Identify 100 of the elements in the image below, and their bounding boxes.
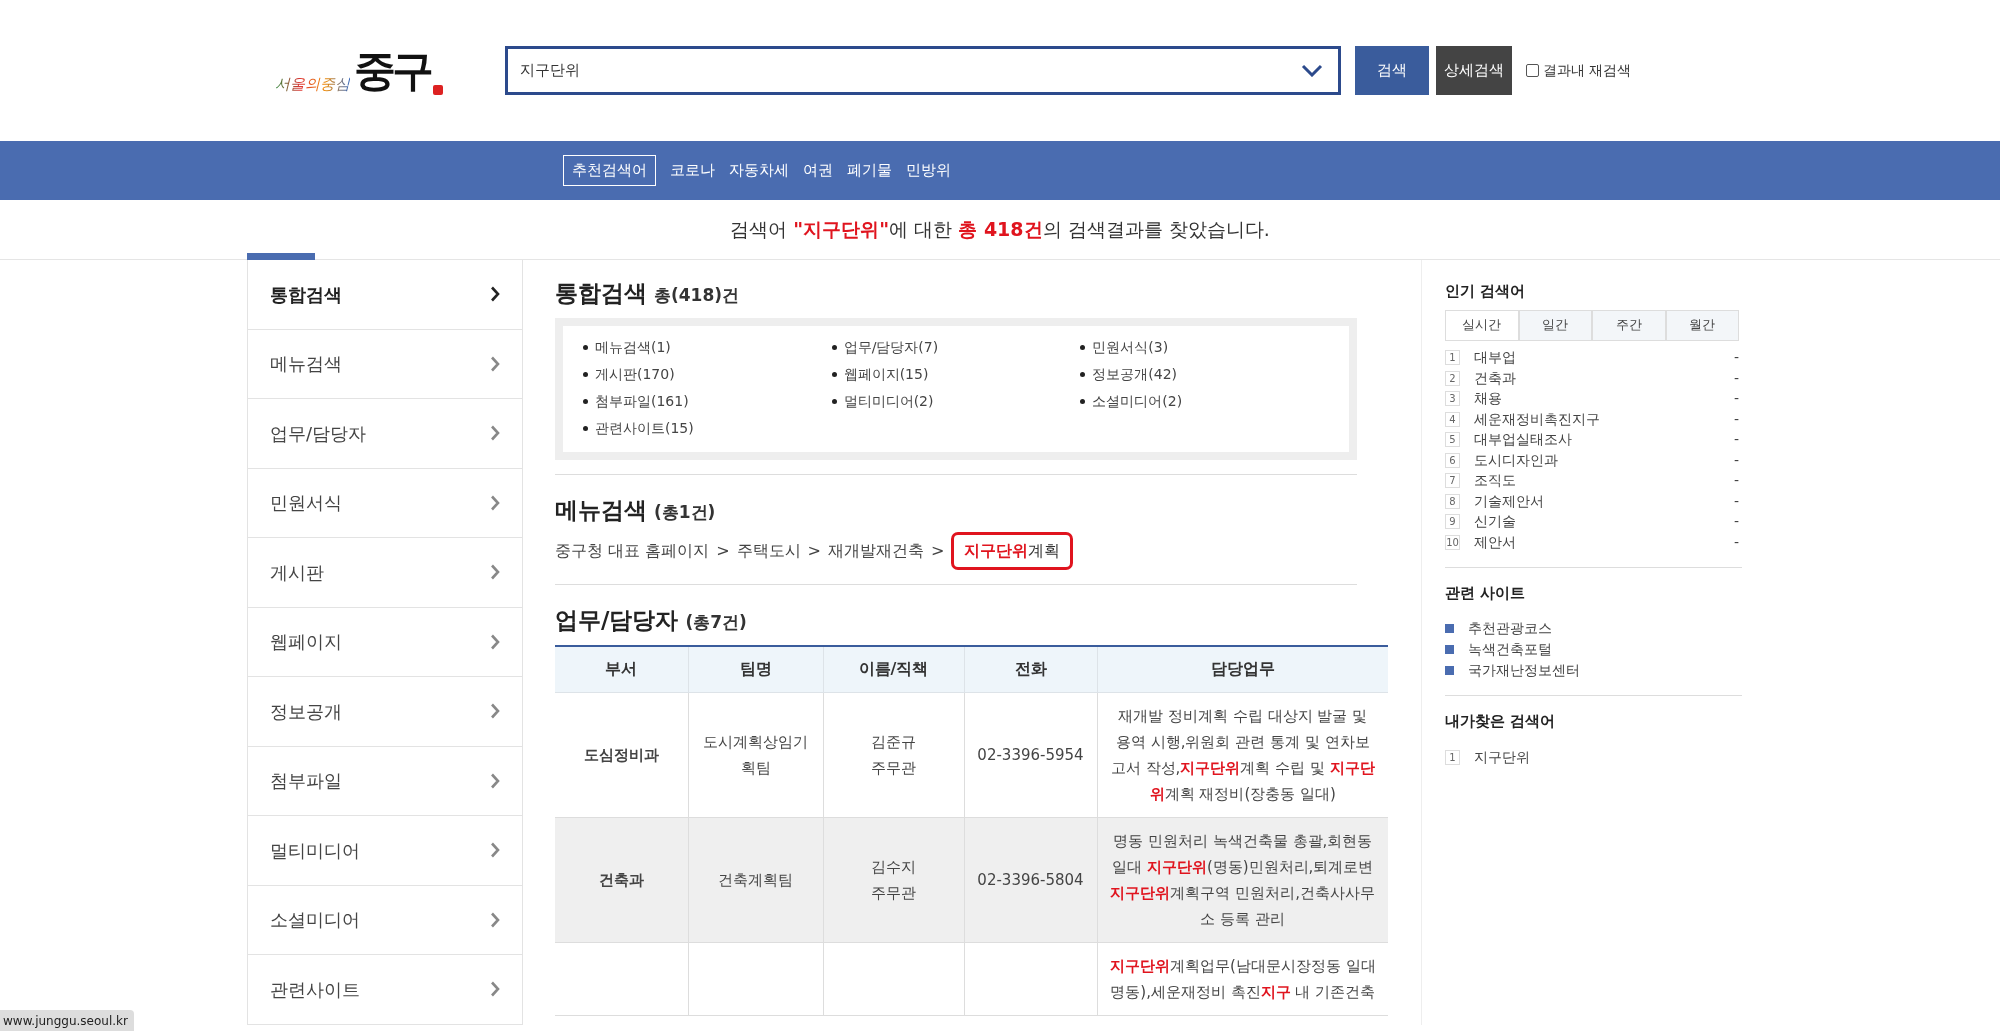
rank-number: 6 <box>1445 452 1460 468</box>
keyword-link[interactable]: 신기술 <box>1474 511 1734 533</box>
bullet-icon <box>583 344 588 350</box>
chevron-right-icon <box>490 564 500 581</box>
rank-number: 1 <box>1445 749 1460 765</box>
sidebar-item[interactable]: 정보공개 <box>248 677 522 747</box>
category-link[interactable]: 첨부파일(161) <box>595 390 689 412</box>
chevron-right-icon <box>490 703 500 720</box>
chevron-right-icon <box>490 355 500 372</box>
category-link[interactable]: 게시판(170) <box>595 363 675 385</box>
recommended-label: 추천검색어 <box>563 155 656 186</box>
square-bullet-icon <box>1445 645 1454 654</box>
square-bullet-icon <box>1445 666 1454 675</box>
sidebar-item[interactable]: 관련사이트 <box>248 955 522 1025</box>
keyword-link[interactable]: 건축과 <box>1474 367 1734 389</box>
rank-change: - <box>1733 471 1739 491</box>
bullet-icon <box>583 371 588 377</box>
bullet-icon <box>583 398 588 404</box>
table-cell: 김준규 주무관 <box>823 692 964 818</box>
sidebar-item[interactable]: 업무/담당자 <box>248 399 522 469</box>
category-link[interactable]: 업무/담당자(7) <box>843 336 939 358</box>
category-link[interactable]: 소셜미디어(2) <box>1092 390 1183 412</box>
keyword-link[interactable]: 폐기물 <box>847 159 892 182</box>
period-tab[interactable]: 월간 <box>1665 309 1739 341</box>
rank-number: 3 <box>1445 391 1460 407</box>
keyword-link[interactable]: 대부업실태조사 <box>1474 429 1734 451</box>
column-header: 전화 <box>964 645 1097 693</box>
bullet-icon <box>1080 398 1086 404</box>
table-cell: 건축계획팀 <box>688 817 823 943</box>
keyword-link[interactable]: 도시디자인과 <box>1474 449 1734 471</box>
table-cell: 02-3396-5954 <box>964 692 1097 818</box>
result-link[interactable]: 지구단위계획 <box>951 532 1074 570</box>
keyword-link[interactable]: 세운재정비촉진지구 <box>1474 408 1734 430</box>
column-header: 부서 <box>555 645 688 693</box>
keyword-link[interactable]: 제안서 <box>1474 531 1734 553</box>
site-link[interactable]: 녹색건축포털 <box>1468 639 1552 660</box>
chevron-right-icon <box>490 633 500 650</box>
breadcrumb-item: 중구청 대표 홈페이지 <box>555 540 710 562</box>
breadcrumb-separator: > <box>807 540 821 562</box>
column-header: 팀명 <box>688 645 823 693</box>
category-link[interactable]: 정보공개(42) <box>1092 363 1178 385</box>
column-header: 이름/직책 <box>823 645 964 693</box>
keyword-link[interactable]: 코로나 <box>670 159 715 182</box>
sidebar-item[interactable]: 민원서식 <box>248 468 522 538</box>
site-link[interactable]: 추천관광코스 <box>1468 618 1552 639</box>
sidebar-item[interactable]: 웹페이지 <box>248 607 522 677</box>
period-tab[interactable]: 주간 <box>1592 309 1666 341</box>
keyword-link[interactable]: 민방위 <box>906 159 951 182</box>
category-link[interactable]: 민원서식(3) <box>1092 336 1169 358</box>
sidebar-item[interactable]: 소셜미디어 <box>248 885 522 955</box>
rank-change: - <box>1733 348 1739 368</box>
table-cell: 도심정비과 <box>555 692 688 818</box>
section-title: 통합검색 <box>555 279 647 308</box>
keyword-link[interactable]: 여권 <box>803 159 833 182</box>
status-url: www.junggu.seoul.kr <box>0 1010 134 1031</box>
chevron-right-icon <box>490 425 500 442</box>
bullet-icon <box>831 398 837 404</box>
site-link[interactable]: 국가재난정보센터 <box>1468 660 1580 681</box>
breadcrumb-item: 주택도시 <box>736 540 801 562</box>
sidebar-item[interactable]: 첨부파일 <box>248 746 522 816</box>
chevron-right-icon <box>490 842 500 859</box>
sidebar-item[interactable]: 메뉴검색 <box>248 329 522 399</box>
rank-number: 7 <box>1445 473 1460 489</box>
table-cell: 건축과 <box>555 817 688 943</box>
rank-change: - <box>1733 491 1739 511</box>
breadcrumb-separator: > <box>716 540 730 562</box>
sidebar-item[interactable]: 멀티미디어 <box>248 816 522 886</box>
period-tab[interactable]: 일간 <box>1518 309 1592 341</box>
search-button[interactable]: 검색 <box>1355 46 1429 95</box>
chevron-right-icon <box>490 981 500 998</box>
rank-number: 8 <box>1445 493 1460 509</box>
category-link[interactable]: 메뉴검색(1) <box>595 336 671 358</box>
category-link[interactable]: 웹페이지(15) <box>843 363 929 385</box>
category-link[interactable]: 멀티미디어(2) <box>843 390 934 412</box>
rank-number: 10 <box>1445 534 1460 550</box>
rank-change: - <box>1733 430 1739 450</box>
rank-number: 2 <box>1445 370 1460 386</box>
result-count: (총1건) <box>654 500 716 524</box>
checkbox[interactable] <box>1526 64 1539 77</box>
panel-title: 내가찾은 검색어 <box>1445 711 1557 732</box>
keyword-link[interactable]: 조직도 <box>1474 470 1734 492</box>
panel-title: 관련 사이트 <box>1445 582 1527 604</box>
rank-change: - <box>1733 368 1739 388</box>
chevron-right-icon <box>490 772 500 789</box>
sidebar-item[interactable]: 게시판 <box>248 538 522 608</box>
keyword-link[interactable]: 채용 <box>1474 388 1734 410</box>
keyword-link[interactable]: 기술제안서 <box>1474 490 1734 512</box>
search-field[interactable]: 지구단위 <box>505 46 1341 95</box>
advanced-search-button[interactable]: 상세검색 <box>1436 46 1512 95</box>
rank-change: - <box>1733 512 1739 532</box>
breadcrumb-item: 재개발재건축 <box>828 540 924 562</box>
keyword-link[interactable]: 자동차세 <box>729 159 789 182</box>
rank-change: - <box>1733 450 1739 470</box>
keyword-link[interactable]: 지구단위 <box>1474 746 1530 768</box>
chevron-right-icon <box>490 286 500 303</box>
keyword-link[interactable]: 대부업 <box>1474 347 1734 369</box>
category-link[interactable]: 관련사이트(15) <box>595 417 694 439</box>
table-cell: 02-3396-5804 <box>964 817 1097 943</box>
period-tab[interactable]: 실시간 <box>1445 309 1519 341</box>
result-count: (총7건) <box>685 611 747 634</box>
